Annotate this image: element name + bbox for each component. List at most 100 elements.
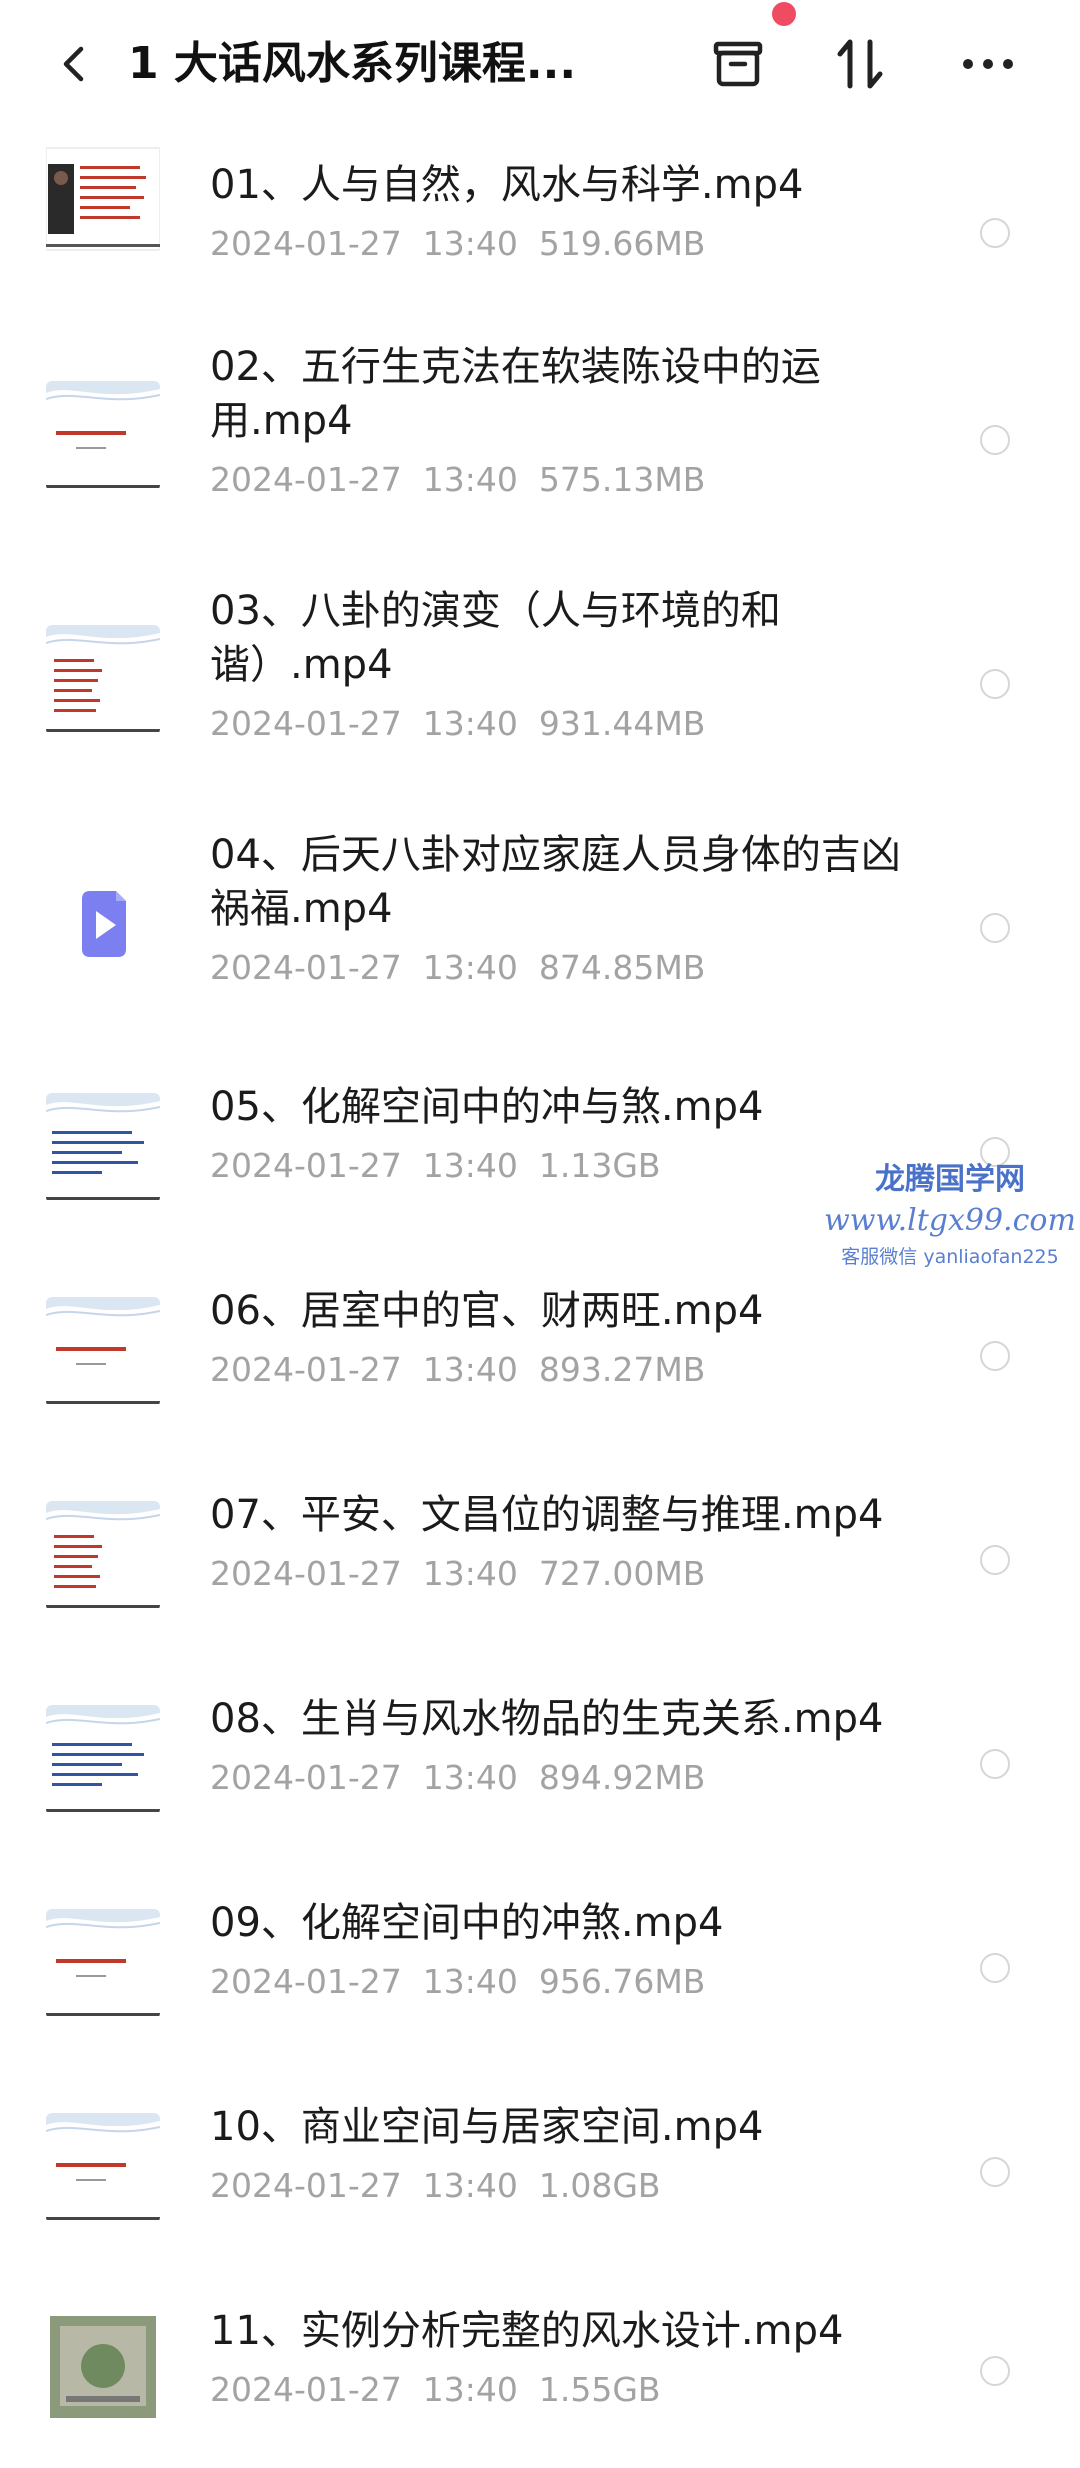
file-size: 1.55GB <box>538 2370 661 2409</box>
file-time: 13:40 <box>422 224 518 263</box>
file-time: 13:40 <box>422 1758 518 1797</box>
file-row[interactable]: 10、商业空间与居家空间.mp4 2024-01-27 13:40 1.08GB <box>0 2070 1080 2274</box>
more-dots-icon <box>963 59 1013 69</box>
file-thumbnail <box>46 381 160 491</box>
file-row[interactable]: 08、生肖与风水物品的生克关系.mp4 2024-01-27 13:40 894.… <box>0 1662 1080 1866</box>
file-thumbnail <box>46 144 160 254</box>
file-meta: 2024-01-27 13:40 1.08GB <box>210 2166 661 2206</box>
file-date: 2024-01-27 <box>210 1758 402 1797</box>
watermark: 龙腾国学网 www.ltgx99.com 客服微信 yanliaofan225 <box>820 1160 1080 1272</box>
file-time: 13:40 <box>422 2166 518 2205</box>
file-name: 11、实例分析完整的风水设计.mp4 <box>210 2308 844 2354</box>
file-time: 13:40 <box>422 1554 518 1593</box>
back-button[interactable] <box>44 34 104 94</box>
select-radio[interactable] <box>980 2356 1010 2386</box>
file-date: 2024-01-27 <box>210 1962 402 2001</box>
file-date: 2024-01-27 <box>210 1554 402 1593</box>
page-title: 1 大话风水系列课程... <box>128 38 577 89</box>
file-thumbnail <box>46 869 160 979</box>
file-row[interactable]: 01、人与自然，风水与科学.mp4 2024-01-27 13:40 519.66… <box>0 128 1080 318</box>
file-size: 575.13MB <box>538 460 706 499</box>
file-size: 1.13GB <box>538 1146 661 1185</box>
select-radio[interactable] <box>980 2157 1010 2187</box>
select-radio[interactable] <box>980 1341 1010 1371</box>
file-name: 01、人与自然，风水与科学.mp4 <box>210 162 804 208</box>
top-bar: 1 大话风水系列课程... <box>0 0 1080 128</box>
file-size: 956.76MB <box>538 1962 706 2001</box>
file-meta: 2024-01-27 13:40 1.55GB <box>210 2370 661 2410</box>
file-name: 04、后天八卦对应家庭人员身体的吉凶祸福.mp4 <box>210 832 901 932</box>
select-radio[interactable] <box>980 218 1010 248</box>
select-radio[interactable] <box>980 913 1010 943</box>
file-time: 13:40 <box>422 1146 518 1185</box>
file-time: 13:40 <box>422 704 518 743</box>
file-size: 874.85MB <box>538 948 706 987</box>
file-meta: 2024-01-27 13:40 519.66MB <box>210 224 705 264</box>
file-name: 06、居室中的官、财两旺.mp4 <box>210 1288 764 1334</box>
file-row[interactable]: 06、居室中的官、财两旺.mp4 2024-01-27 13:40 893.27M… <box>0 1254 1080 1458</box>
select-radio[interactable] <box>980 1953 1010 1983</box>
archive-button[interactable] <box>706 32 770 96</box>
file-name: 07、平安、文昌位的调整与推理.mp4 <box>210 1492 884 1538</box>
file-meta: 2024-01-27 13:40 893.27MB <box>210 1350 705 1390</box>
file-meta: 2024-01-27 13:40 727.00MB <box>210 1554 705 1594</box>
file-size: 894.92MB <box>538 1758 706 1797</box>
file-meta: 2024-01-27 13:40 575.13MB <box>210 460 705 500</box>
file-row[interactable]: 03、八卦的演变（人与环境的和谐）.mp4 2024-01-27 13:40 93… <box>0 562 1080 806</box>
file-meta: 2024-01-27 13:40 874.85MB <box>210 948 705 988</box>
sort-button[interactable] <box>828 32 892 96</box>
sort-arrows-icon <box>837 39 883 89</box>
archive-box-icon <box>713 41 763 87</box>
file-size: 519.66MB <box>538 224 706 263</box>
file-size: 931.44MB <box>538 704 706 743</box>
file-row[interactable]: 02、五行生克法在软装陈设中的运用.mp4 2024-01-27 13:40 57… <box>0 318 1080 562</box>
select-radio[interactable] <box>980 1545 1010 1575</box>
file-thumbnail <box>46 2312 160 2422</box>
file-thumbnail <box>46 2113 160 2223</box>
file-row[interactable]: 07、平安、文昌位的调整与推理.mp4 2024-01-27 13:40 727.… <box>0 1458 1080 1662</box>
file-thumbnail <box>46 1705 160 1815</box>
file-size: 1.08GB <box>538 2166 661 2205</box>
file-date: 2024-01-27 <box>210 704 402 743</box>
select-radio[interactable] <box>980 669 1010 699</box>
file-meta: 2024-01-27 13:40 1.13GB <box>210 1146 661 1186</box>
select-radio[interactable] <box>980 1749 1010 1779</box>
file-row[interactable]: 11、实例分析完整的风水设计.mp4 2024-01-27 13:40 1.55G… <box>0 2274 1080 2468</box>
file-date: 2024-01-27 <box>210 1350 402 1389</box>
file-thumbnail <box>46 1093 160 1203</box>
file-thumbnail <box>46 625 160 735</box>
file-thumbnail <box>46 1909 160 2019</box>
select-radio[interactable] <box>980 425 1010 455</box>
file-name: 03、八卦的演变（人与环境的和谐）.mp4 <box>210 588 781 688</box>
file-time: 13:40 <box>422 1350 518 1389</box>
file-time: 13:40 <box>422 1962 518 2001</box>
file-thumbnail <box>46 1501 160 1611</box>
chevron-left-icon <box>63 46 84 82</box>
file-name: 09、化解空间中的冲煞.mp4 <box>210 1900 724 1946</box>
watermark-contact: 客服微信 yanliaofan225 <box>841 1246 1059 1268</box>
file-thumbnail <box>46 1297 160 1407</box>
file-time: 13:40 <box>422 948 518 987</box>
file-name: 02、五行生克法在软装陈设中的运用.mp4 <box>210 344 821 444</box>
file-time: 13:40 <box>422 460 518 499</box>
file-time: 13:40 <box>422 2370 518 2409</box>
file-date: 2024-01-27 <box>210 2370 402 2409</box>
file-date: 2024-01-27 <box>210 2166 402 2205</box>
file-row[interactable]: 09、化解空间中的冲煞.mp4 2024-01-27 13:40 956.76MB <box>0 1866 1080 2070</box>
file-name: 08、生肖与风水物品的生克关系.mp4 <box>210 1696 884 1742</box>
file-name: 10、商业空间与居家空间.mp4 <box>210 2104 764 2150</box>
file-name: 05、化解空间中的冲与煞.mp4 <box>210 1084 764 1130</box>
watermark-site-name: 龙腾国学网 <box>875 1162 1025 1197</box>
more-button[interactable] <box>956 32 1020 96</box>
notification-dot <box>772 2 796 26</box>
watermark-url: www.ltgx99.com <box>824 1203 1076 1238</box>
file-date: 2024-01-27 <box>210 948 402 987</box>
file-meta: 2024-01-27 13:40 956.76MB <box>210 1962 705 2002</box>
file-date: 2024-01-27 <box>210 224 402 263</box>
file-meta: 2024-01-27 13:40 931.44MB <box>210 704 705 744</box>
file-meta: 2024-01-27 13:40 894.92MB <box>210 1758 705 1798</box>
file-date: 2024-01-27 <box>210 1146 402 1185</box>
file-row[interactable]: 04、后天八卦对应家庭人员身体的吉凶祸福.mp4 2024-01-27 13:40… <box>0 806 1080 1050</box>
file-date: 2024-01-27 <box>210 460 402 499</box>
file-size: 893.27MB <box>538 1350 706 1389</box>
